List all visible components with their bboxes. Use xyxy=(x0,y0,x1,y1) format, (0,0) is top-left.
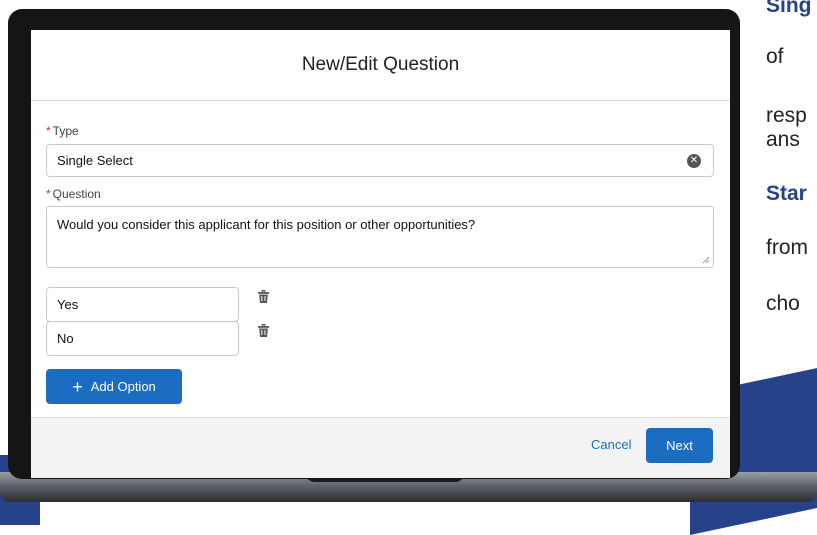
type-label-text: Type xyxy=(52,124,79,138)
side-copy-2: of xyxy=(766,45,784,68)
option-field-no[interactable]: No xyxy=(46,321,239,356)
plus-icon: + xyxy=(72,376,83,397)
option-value: No xyxy=(57,331,74,346)
type-field[interactable]: Single Select ✕ xyxy=(46,144,714,177)
required-asterisk: * xyxy=(46,124,51,138)
resize-handle-icon[interactable] xyxy=(702,256,710,264)
add-option-label: Add Option xyxy=(90,379,156,394)
side-copy-4: ans xyxy=(766,128,800,151)
side-copy-6: from xyxy=(766,236,808,259)
type-value: Single Select xyxy=(57,153,133,168)
question-value: Would you consider this applicant for th… xyxy=(57,217,476,232)
side-copy-3: resp xyxy=(766,104,807,127)
modal-header: New/Edit Question xyxy=(31,30,730,101)
required-asterisk: * xyxy=(46,187,51,201)
side-copy-5: Star xyxy=(766,182,807,205)
side-copy-7: cho xyxy=(766,292,800,315)
modal-footer: Cancel Next xyxy=(31,417,730,478)
option-value: Yes xyxy=(57,297,79,312)
question-label: * Question xyxy=(46,187,101,201)
clear-icon[interactable]: ✕ xyxy=(687,154,701,168)
laptop-frame: New/Edit Question * Type Single Select ✕ … xyxy=(8,9,740,479)
modal-body: * Type Single Select ✕ * Question Would yo… xyxy=(31,101,730,417)
add-option-button[interactable]: + Add Option xyxy=(46,369,182,404)
question-label-text: Question xyxy=(52,187,101,201)
trash-icon[interactable] xyxy=(258,290,269,303)
next-label: Next xyxy=(666,438,693,453)
option-field-yes[interactable]: Yes xyxy=(46,287,239,322)
next-button[interactable]: Next xyxy=(646,428,713,463)
type-label: * Type xyxy=(46,124,79,138)
side-copy-1: Sing xyxy=(766,0,812,17)
question-textarea[interactable]: Would you consider this applicant for th… xyxy=(46,206,714,268)
laptop-screen: New/Edit Question * Type Single Select ✕ … xyxy=(31,30,730,478)
trash-icon[interactable] xyxy=(258,324,269,337)
modal-title: New/Edit Question xyxy=(301,54,460,75)
cancel-button[interactable]: Cancel xyxy=(591,437,631,452)
